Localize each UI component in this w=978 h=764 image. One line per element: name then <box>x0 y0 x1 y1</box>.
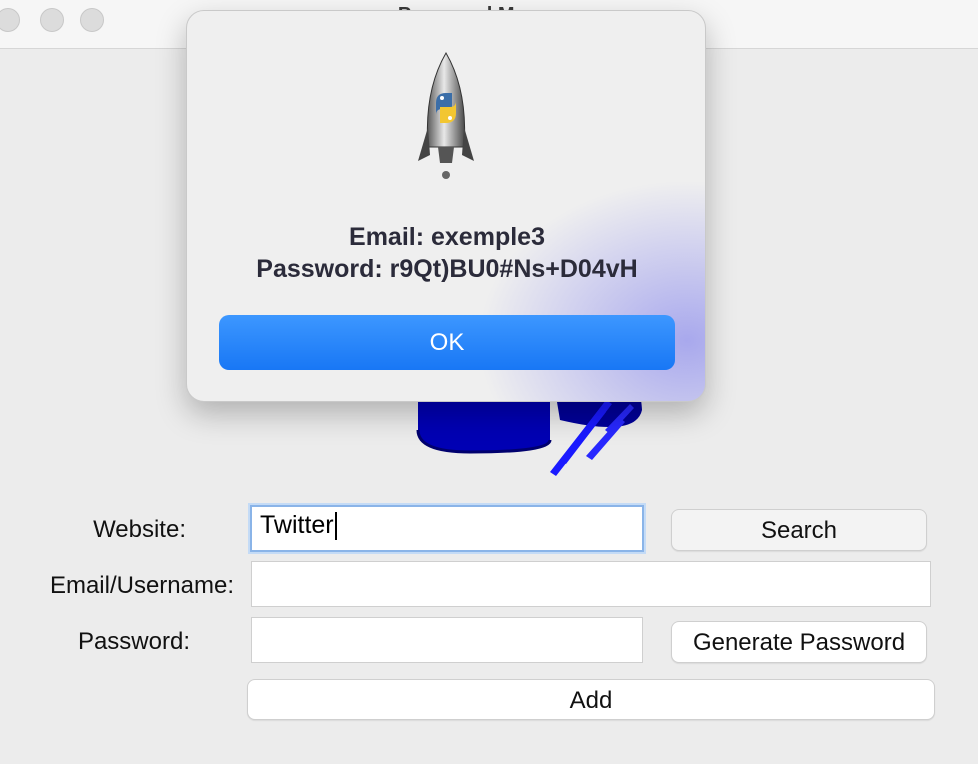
email-username-input[interactable] <box>251 561 931 607</box>
info-dialog: Email: exemple3 Password: r9Qt)BU0#Ns+D0… <box>186 10 706 402</box>
generate-password-button[interactable]: Generate Password <box>671 621 927 663</box>
add-button[interactable]: Add <box>247 679 935 720</box>
website-label: Website: <box>93 516 186 543</box>
text-caret <box>334 512 337 541</box>
dialog-message-password: Password: r9Qt)BU0#Ns+D04vH <box>256 255 638 283</box>
ok-button[interactable]: OK <box>219 315 675 370</box>
search-button[interactable]: Search <box>671 509 927 551</box>
password-label: Password: <box>77 628 190 655</box>
email-username-label: Email/Username: <box>49 572 234 599</box>
password-input[interactable] <box>251 617 643 663</box>
python-launcher-rocket-icon <box>416 51 476 181</box>
website-input-value: Twitter <box>260 511 334 539</box>
dialog-message-email: Email: exemple3 <box>349 223 545 251</box>
website-input[interactable]: Twitter <box>250 505 644 552</box>
